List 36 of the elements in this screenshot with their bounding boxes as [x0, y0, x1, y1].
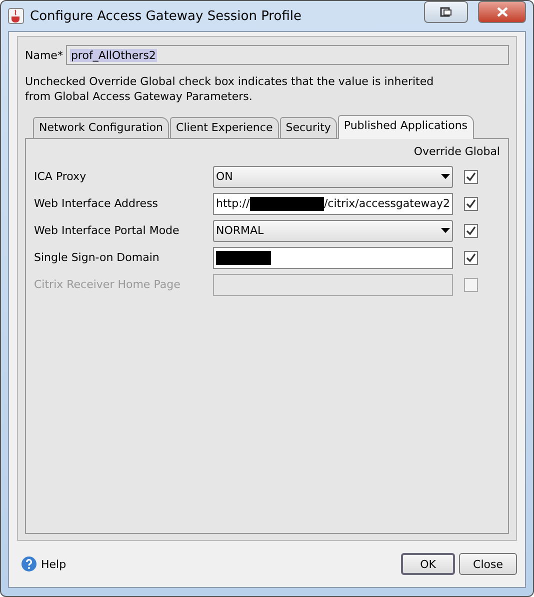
field-text: http:// [216, 197, 250, 210]
help-icon [21, 556, 37, 572]
close-button[interactable]: Close [459, 553, 517, 575]
dropdown-arrow-icon [441, 174, 450, 179]
name-field[interactable]: prof_AllOthers2 [66, 45, 509, 65]
java-cup-icon [8, 8, 24, 24]
field-label: ICA Proxy [34, 170, 88, 183]
name-label: Name* [25, 48, 63, 62]
tab[interactable]: Security [280, 117, 337, 138]
input-field[interactable]: http:// /citrix/accessgateway2 [213, 192, 453, 214]
tab[interactable]: Client Experience [170, 117, 279, 138]
field-label: Citrix Receiver Home Page [34, 278, 182, 291]
field-text: /citrix/accessgateway2 [324, 197, 450, 210]
checkbox[interactable] [464, 196, 478, 210]
field-label: Single Sign-on Domain [34, 251, 160, 264]
tab[interactable]: Published Applications [338, 115, 474, 139]
column-header: Override Global [414, 145, 500, 158]
dropdown[interactable]: ON [213, 166, 453, 188]
close-icon [496, 7, 508, 17]
description-text: Unchecked Override Global check box indicates that the value is inherited from Global Access Gateway Parameters. [25, 74, 435, 104]
help-link[interactable]: Help [41, 558, 66, 570]
restore-button[interactable] [424, 1, 468, 23]
tab[interactable]: Network Configuration [33, 117, 170, 138]
restore-icon [440, 7, 452, 17]
field-label: Web Interface Address [34, 197, 160, 210]
close-window-button[interactable] [478, 1, 526, 23]
dropdown[interactable]: NORMAL [213, 220, 453, 242]
checkbox[interactable] [464, 170, 478, 184]
window-title: Configure Access Gateway Session Profile [30, 8, 302, 24]
ok-button[interactable]: OK [401, 553, 455, 575]
checkbox[interactable] [464, 224, 478, 238]
checkbox[interactable] [464, 250, 478, 264]
field-label: Web Interface Portal Mode [34, 224, 180, 237]
dropdown-arrow-icon [441, 228, 450, 233]
input-field[interactable] [213, 274, 453, 296]
input-field[interactable] [213, 246, 453, 268]
